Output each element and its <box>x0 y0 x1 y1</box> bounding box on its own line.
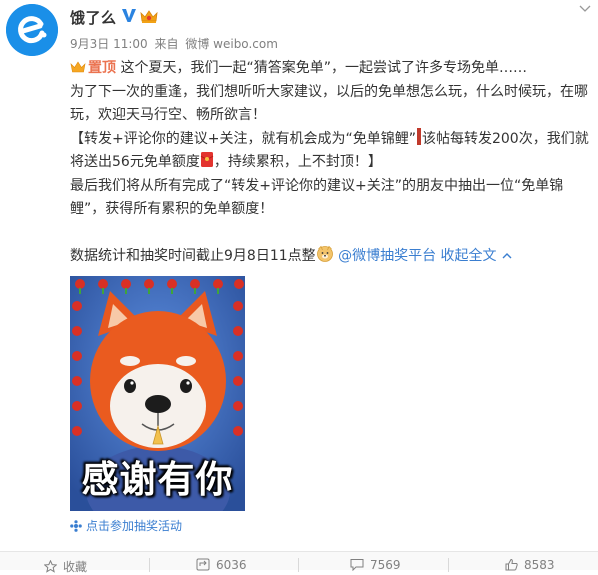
lottery-platform-link[interactable]: @微博抽奖平台 <box>338 248 436 264</box>
paragraph-4: 最后我们将从所有完成了“转发+评论你的建议+关注”的朋友中抽出一位“免单锦鲤”，… <box>70 177 564 218</box>
like-count: 8583 <box>524 558 555 572</box>
favorite-label: 收藏 <box>63 560 88 574</box>
image-caption: 感谢有你 <box>81 458 234 501</box>
like-button[interactable]: 8583 <box>505 558 555 572</box>
red-envelope-icon <box>200 152 214 167</box>
verified-v-icon <box>122 9 136 22</box>
weibo-post-card: 饿了么 9月3日 11:00 来自 微博 weibo.com 置顶 这个夏天，我… <box>0 0 598 574</box>
comment-count: 7569 <box>370 558 401 572</box>
comment-icon <box>350 559 364 572</box>
comment-button[interactable]: 7569 <box>350 558 401 572</box>
doge-emoji-icon <box>316 245 333 262</box>
lottery-icon <box>70 520 82 532</box>
post-source[interactable]: 微博 weibo.com <box>185 37 278 51</box>
post-image[interactable]: 感谢有你 <box>70 276 245 511</box>
favorite-button[interactable]: 收藏 <box>43 558 88 575</box>
join-lottery-label: 点击参加抽奖活动 <box>86 519 183 533</box>
eleme-logo-icon <box>6 4 58 56</box>
paragraph-2: 为了下一次的重逢，我们想听听大家建议，以后的免单想怎么玩，什么时候玩，在哪玩，欢… <box>70 83 588 124</box>
paragraph-5: 数据统计和抽奖时间截止9月8日11点整 <box>70 248 316 264</box>
star-icon <box>43 559 58 573</box>
divider <box>149 558 150 572</box>
join-lottery-link[interactable]: 点击参加抽奖活动 <box>70 517 182 534</box>
collapse-full-text-link[interactable]: 收起全文 <box>441 248 497 264</box>
source-prefix: 来自 <box>154 37 179 51</box>
paragraph-1: 这个夏天，我们一起“猜答案免单”，一起尝试了许多专场免单…… <box>120 60 527 76</box>
post-meta: 9月3日 11:00 来自 微博 weibo.com <box>70 35 281 52</box>
repost-button[interactable]: 6036 <box>196 558 247 572</box>
crown-icon <box>70 61 86 73</box>
pinned-label: 置顶 <box>88 60 116 76</box>
chevron-down-icon[interactable] <box>578 2 592 16</box>
user-name[interactable]: 饿了么 <box>70 7 117 28</box>
avatar[interactable] <box>6 4 58 56</box>
paragraph-3c: ，持续累积，上不封顶！】 <box>213 154 382 170</box>
chevron-up-icon[interactable] <box>501 250 513 262</box>
paragraph-3a: 【转发+评论你的建议+关注，就有机会成为“免单锦鲤” <box>70 130 416 147</box>
repost-icon <box>196 558 210 571</box>
divider <box>298 558 299 572</box>
repost-count: 6036 <box>216 558 247 572</box>
action-bar: 收藏 6036 7569 8583 <box>0 551 598 574</box>
vip-crown-icon[interactable] <box>139 8 159 24</box>
post-date[interactable]: 9月3日 11:00 <box>70 37 148 51</box>
divider <box>448 558 449 572</box>
post-content: 置顶 这个夏天，我们一起“猜答案免单”，一起尝试了许多专场免单…… 为了下一次的… <box>70 57 594 269</box>
thumbs-up-icon <box>505 558 518 571</box>
